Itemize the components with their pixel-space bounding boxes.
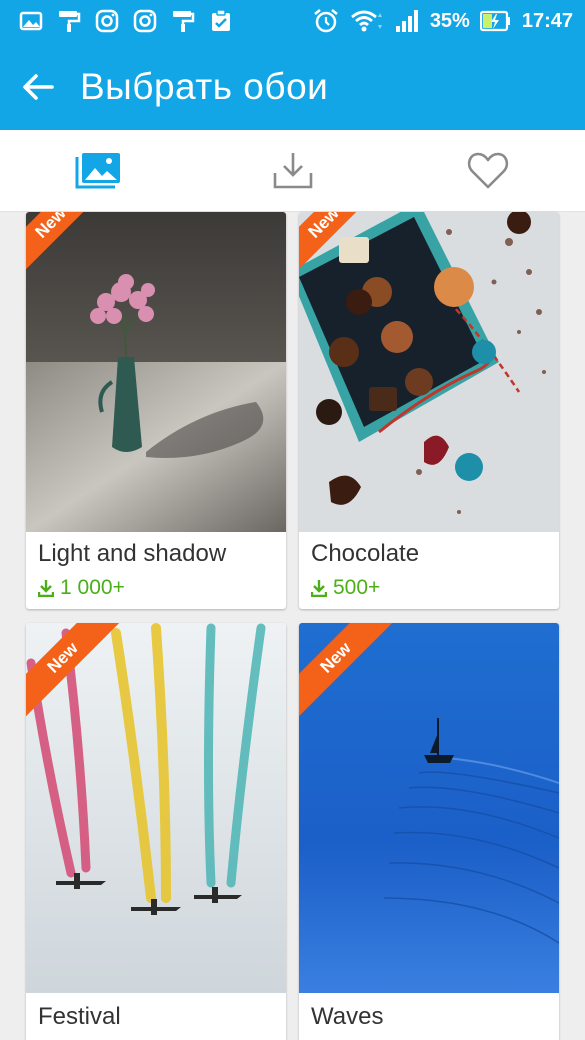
page-title: Выбрать обои xyxy=(80,66,329,107)
cell-signal-icon xyxy=(395,10,418,32)
download-icon xyxy=(273,153,312,189)
wallpaper-card[interactable]: New Light and shadow 1 000+ xyxy=(26,212,286,609)
wallpaper-title: Festival xyxy=(38,1003,121,1030)
tab-favorites[interactable] xyxy=(390,130,585,212)
wallpaper-card[interactable]: New Waves xyxy=(299,623,559,1040)
arrow-left-icon xyxy=(23,74,54,100)
wifi-icon xyxy=(350,10,382,32)
wallpaper-thumbnail: New xyxy=(299,212,559,532)
image-gallery-icon xyxy=(75,153,120,189)
wallpaper-title: Light and shadow xyxy=(38,540,227,567)
wallpaper-title: Chocolate xyxy=(311,540,420,567)
battery-charging-icon xyxy=(479,10,510,32)
gallery-notification-icon xyxy=(19,11,43,31)
instagram-icon xyxy=(95,9,119,33)
download-count: 1 000+ xyxy=(38,576,125,600)
instagram-icon xyxy=(133,9,157,33)
battery-percentage: 35% xyxy=(429,9,470,32)
wallpaper-title: Waves xyxy=(311,1003,384,1030)
wallpaper-card[interactable]: New Chocolate 500+ xyxy=(299,212,559,609)
tab-gallery[interactable] xyxy=(0,130,195,212)
clipboard-check-icon xyxy=(212,9,230,31)
paint-roller-icon xyxy=(59,11,81,32)
tab-downloads[interactable] xyxy=(195,130,390,212)
paint-roller-icon xyxy=(173,11,195,32)
wallpaper-thumbnail: New xyxy=(26,212,286,532)
wallpaper-thumbnail: New xyxy=(26,623,286,993)
back-button[interactable] xyxy=(16,64,62,110)
download-small-icon xyxy=(311,580,327,597)
wallpaper-thumbnail: New xyxy=(299,623,559,993)
status-bar: 35% 17:47 xyxy=(0,0,585,44)
clock: 17:47 xyxy=(521,9,573,32)
system-icons: 35% 17:47 xyxy=(312,6,573,36)
wallpaper-card[interactable]: New Festival xyxy=(26,623,286,1040)
download-count-value: 500+ xyxy=(333,576,381,599)
notification-icons xyxy=(18,8,234,34)
download-count-value: 1 000+ xyxy=(60,576,125,599)
download-small-icon xyxy=(38,580,54,597)
tab-bar xyxy=(0,130,585,212)
alarm-icon xyxy=(314,9,338,33)
heart-icon xyxy=(467,152,508,189)
download-count: 500+ xyxy=(311,576,380,600)
app-bar: Выбрать обои xyxy=(0,44,585,130)
